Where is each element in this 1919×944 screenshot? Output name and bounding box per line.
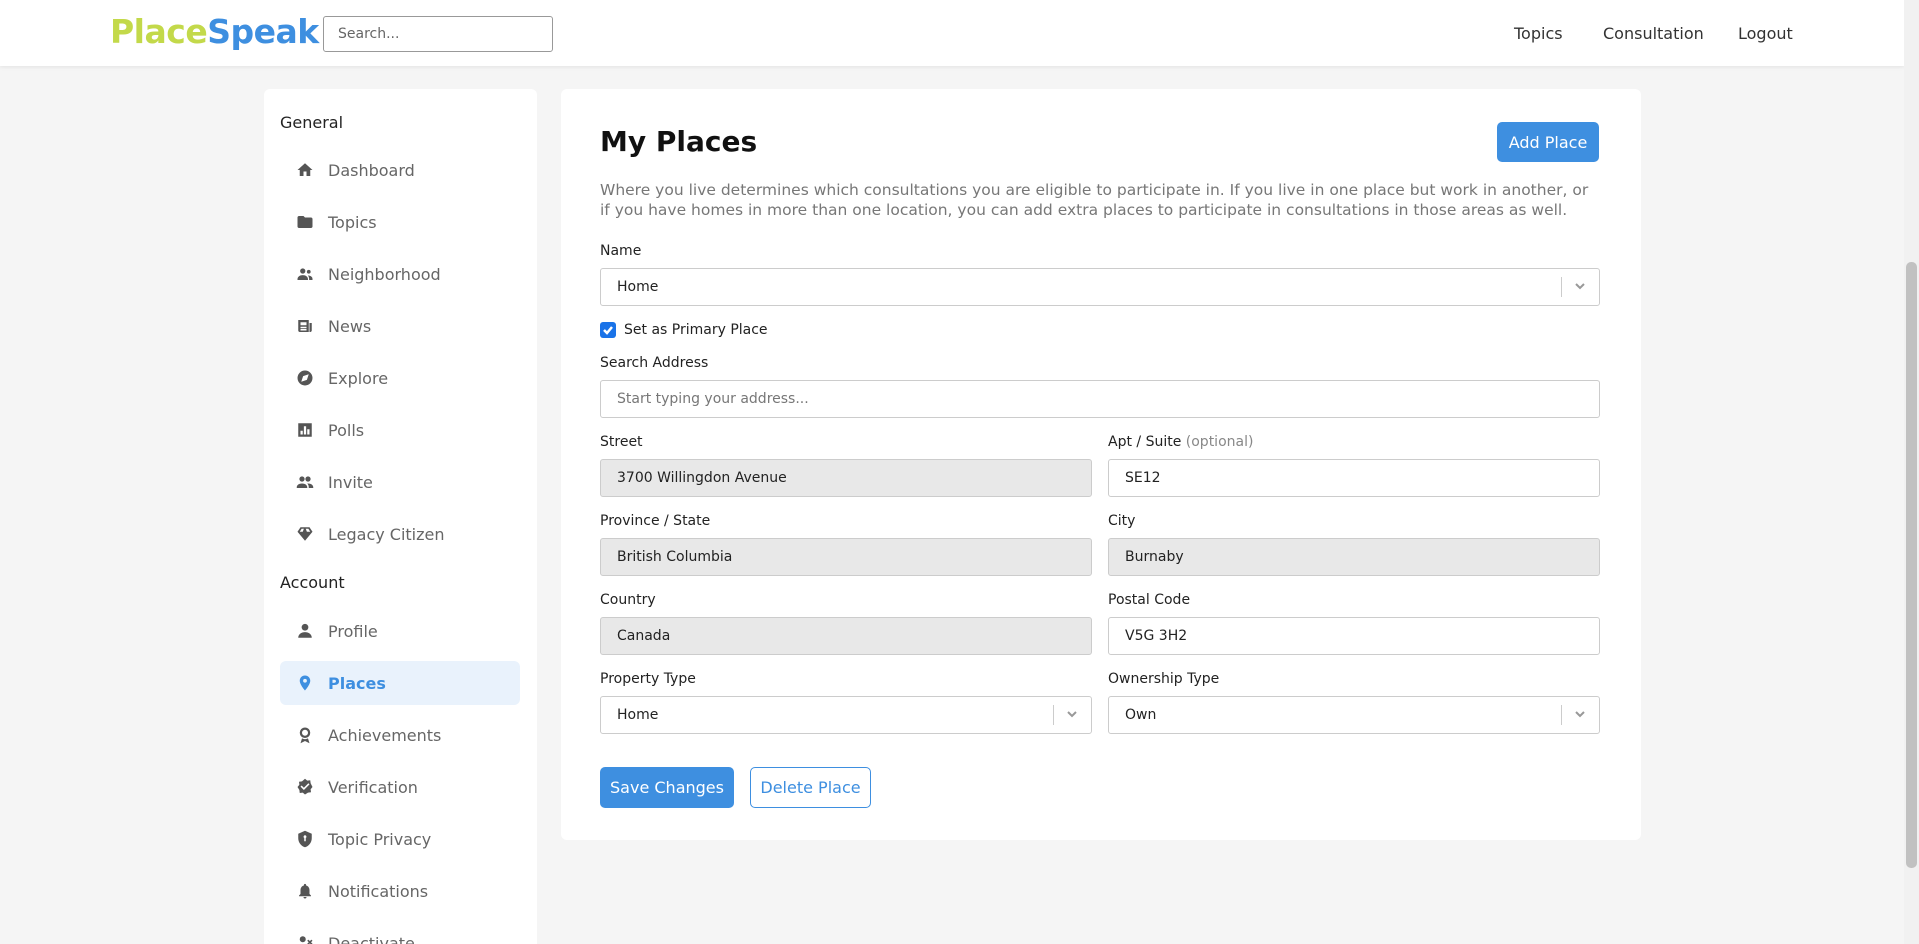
header-search-input[interactable] xyxy=(323,16,553,52)
person-remove-icon xyxy=(296,934,314,944)
property-type-label: Property Type xyxy=(600,671,696,687)
sidebar-item-topic-privacy[interactable]: Topic Privacy xyxy=(280,817,520,861)
name-select[interactable]: Home xyxy=(600,268,1600,306)
street-label: Street xyxy=(600,434,643,450)
folder-icon xyxy=(296,213,314,231)
sidebar-section-account: Account xyxy=(280,573,345,592)
city-label: City xyxy=(1108,513,1136,529)
nav-logout-link[interactable]: Logout xyxy=(1738,24,1793,43)
sidebar-item-polls[interactable]: Polls xyxy=(280,408,520,452)
sidebar-item-topics[interactable]: Topics xyxy=(280,200,520,244)
postal-code-label: Postal Code xyxy=(1108,592,1191,608)
chevron-down-icon xyxy=(1573,707,1587,721)
search-address-input[interactable]: Start typing your address... xyxy=(600,380,1600,418)
country-label: Country xyxy=(600,592,656,608)
placespeak-logo[interactable]: PlaceSpeak xyxy=(110,12,319,51)
delete-place-button[interactable]: Delete Place xyxy=(750,767,871,808)
street-field: 3700 Willingdon Avenue xyxy=(600,459,1092,497)
top-header: PlaceSpeak Topics Consultation Logout xyxy=(0,0,1904,66)
save-changes-button[interactable]: Save Changes xyxy=(600,767,734,808)
group-icon xyxy=(296,473,314,491)
primary-place-checkbox[interactable] xyxy=(600,322,616,338)
sidebar-item-achievements[interactable]: Achievements xyxy=(280,713,520,757)
nav-consultation-link[interactable]: Consultation xyxy=(1603,24,1704,43)
sidebar-item-deactivate[interactable]: Deactivate xyxy=(280,921,520,944)
chevron-down-icon xyxy=(1065,707,1079,721)
places-description: Where you live determines which consulta… xyxy=(600,181,1589,219)
home-icon xyxy=(296,161,314,179)
my-places-card: My Places Add Place Where you live deter… xyxy=(561,89,1641,840)
settings-sidebar: General Dashboard Topics Neighborhood Ne… xyxy=(264,89,537,944)
people-icon xyxy=(296,265,314,283)
province-field: British Columbia xyxy=(600,538,1092,576)
sidebar-item-places[interactable]: Places xyxy=(280,661,520,705)
name-label: Name xyxy=(600,243,642,259)
ownership-type-label: Ownership Type xyxy=(1108,671,1220,687)
newspaper-icon xyxy=(296,317,314,335)
page-title: My Places xyxy=(600,125,758,158)
city-field: Burnaby xyxy=(1108,538,1600,576)
award-icon xyxy=(296,726,314,744)
sidebar-item-dashboard[interactable]: Dashboard xyxy=(280,148,520,192)
nav-topics-link[interactable]: Topics xyxy=(1514,24,1563,43)
sidebar-item-neighborhood[interactable]: Neighborhood xyxy=(280,252,520,296)
primary-place-checkbox-row[interactable]: Set as Primary Place xyxy=(600,322,768,338)
postal-code-input[interactable]: V5G 3H2 xyxy=(1108,617,1600,655)
add-place-button[interactable]: Add Place xyxy=(1497,122,1599,162)
search-address-label: Search Address xyxy=(600,355,709,371)
chevron-down-icon xyxy=(1573,279,1587,293)
diamond-icon xyxy=(296,525,314,543)
bell-icon xyxy=(296,882,314,900)
property-type-select[interactable]: Home xyxy=(600,696,1092,734)
country-field: Canada xyxy=(600,617,1092,655)
bar-chart-icon xyxy=(296,421,314,439)
sidebar-item-verification[interactable]: Verification xyxy=(280,765,520,809)
sidebar-item-profile[interactable]: Profile xyxy=(280,609,520,653)
apt-suite-label: Apt / Suite (optional) xyxy=(1108,434,1254,450)
compass-icon xyxy=(296,369,314,387)
shield-icon xyxy=(296,830,314,848)
apt-suite-input[interactable]: SE12 xyxy=(1108,459,1600,497)
sidebar-item-notifications[interactable]: Notifications xyxy=(280,869,520,913)
person-icon xyxy=(296,622,314,640)
sidebar-item-invite[interactable]: Invite xyxy=(280,460,520,504)
sidebar-item-explore[interactable]: Explore xyxy=(280,356,520,400)
location-pin-icon xyxy=(296,674,314,692)
page-scrollbar-thumb[interactable] xyxy=(1906,262,1917,868)
sidebar-item-legacy-citizen[interactable]: Legacy Citizen xyxy=(280,512,520,556)
verified-badge-icon xyxy=(296,778,314,796)
primary-place-label: Set as Primary Place xyxy=(624,322,768,338)
sidebar-section-general: General xyxy=(280,113,344,132)
sidebar-item-news[interactable]: News xyxy=(280,304,520,348)
ownership-type-select[interactable]: Own xyxy=(1108,696,1600,734)
province-label: Province / State xyxy=(600,513,711,529)
